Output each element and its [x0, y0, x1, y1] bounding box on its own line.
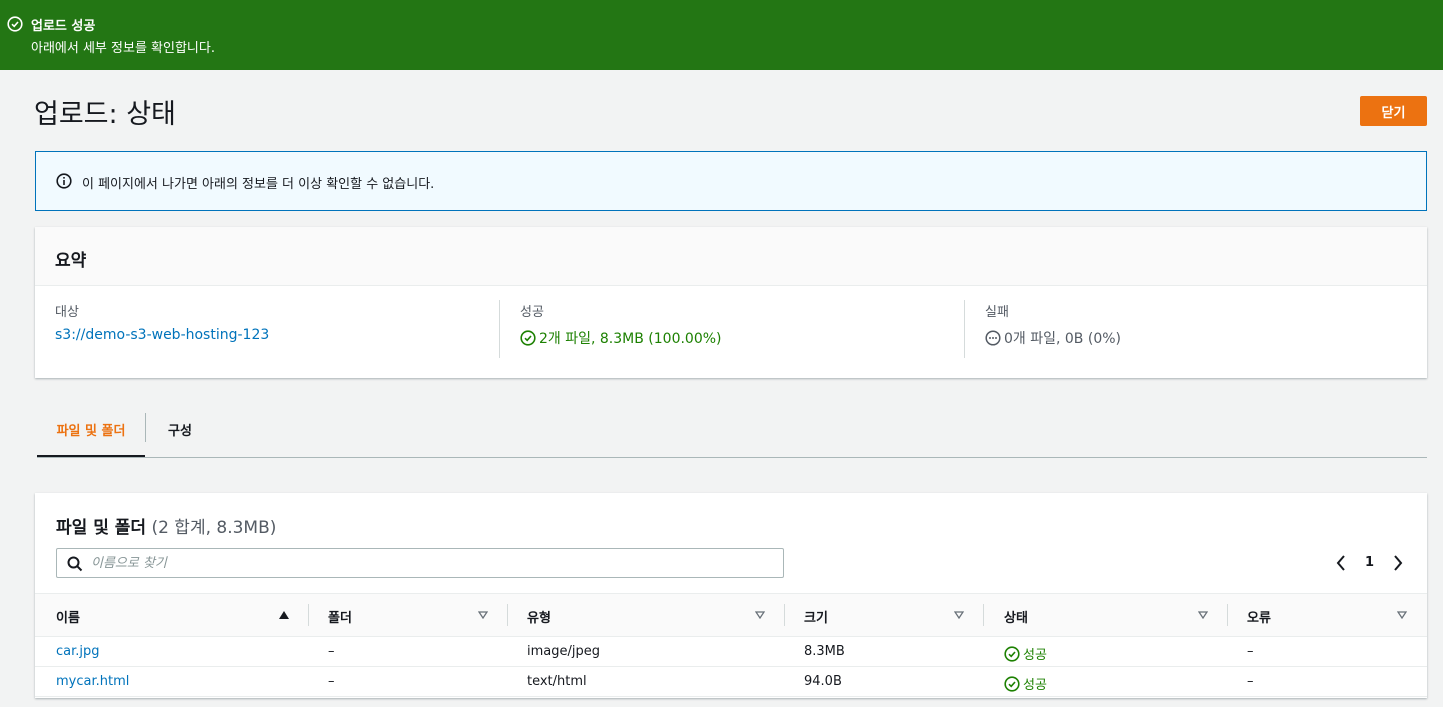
page-title: 업로드: 상태 [34, 99, 176, 130]
page-number[interactable]: 1 [1365, 555, 1374, 570]
destination-link[interactable]: s3://demo-s3-web-hosting-123 [55, 327, 269, 343]
cell-size: 94.0B [804, 674, 842, 689]
column-header-label: 오류 [1247, 611, 1271, 626]
files-title-text: 파일 및 폴더 [56, 518, 147, 538]
cell-folder: – [328, 674, 335, 689]
tab-files-and-folders[interactable]: 파일 및 폴더 [37, 398, 145, 457]
column-separator [1227, 604, 1228, 626]
cell-size: 8.3MB [804, 644, 845, 659]
summary-divider [499, 300, 500, 358]
cell-status: 성공 [1004, 674, 1047, 693]
column-separator [507, 604, 508, 626]
sort-ascending-icon[interactable] [279, 611, 289, 619]
tab-configuration[interactable]: 구성 [146, 398, 214, 457]
check-circle-icon [1004, 676, 1020, 692]
sort-icon[interactable] [954, 611, 964, 619]
failure-value-text: 0개 파일, 0B (0%) [1004, 331, 1121, 347]
column-header-type[interactable]: 유형 [527, 594, 777, 636]
chevron-right-icon[interactable] [1391, 553, 1405, 573]
sort-icon[interactable] [1397, 611, 1407, 619]
summary-divider [964, 300, 965, 358]
check-circle-icon [7, 16, 23, 32]
ellipsis-circle-icon [985, 330, 1001, 346]
column-header-label: 폴더 [328, 611, 352, 626]
files-panel: 파일 및 폴더 (2 합계, 8.3MB) 1 이름 폴더 유형 [35, 493, 1427, 698]
info-alert: 이 페이지에서 나가면 아래의 정보를 더 이상 확인할 수 없습니다. [35, 151, 1427, 211]
files-count: (2 합계, 8.3MB) [151, 518, 277, 538]
file-name-link[interactable]: mycar.html [56, 674, 129, 689]
check-circle-icon [520, 330, 536, 346]
column-header-folder[interactable]: 폴더 [328, 594, 498, 636]
summary-panel: 요약 대상 s3://demo-s3-web-hosting-123 성공 2개… [35, 227, 1427, 378]
chevron-left-icon[interactable] [1334, 553, 1348, 573]
success-value: 2개 파일, 8.3MB (100.00%) [520, 328, 722, 348]
column-header-status[interactable]: 상태 [1004, 594, 1214, 636]
flash-title: 업로드 성공 [31, 19, 96, 34]
table-row: mycar.html – text/html 94.0B 성공 – [35, 667, 1427, 697]
column-header-label: 상태 [1004, 611, 1028, 626]
summary-header: 요약 [35, 227, 1427, 286]
column-separator [784, 604, 785, 626]
success-label: 성공 [520, 305, 544, 320]
files-title: 파일 및 폴더 (2 합계, 8.3MB) [56, 513, 276, 538]
column-header-label: 크기 [804, 611, 828, 626]
summary-title: 요약 [55, 251, 87, 271]
flash-message: 아래에서 세부 정보를 확인합니다. [31, 41, 215, 56]
success-value-text: 2개 파일, 8.3MB (100.00%) [539, 331, 722, 347]
summary-destination: 대상 s3://demo-s3-web-hosting-123 [55, 286, 495, 378]
cell-error: – [1247, 674, 1254, 689]
file-name-link[interactable]: car.jpg [56, 644, 100, 659]
info-icon [56, 173, 72, 189]
failure-value: 0개 파일, 0B (0%) [985, 328, 1121, 348]
success-flashbar: 업로드 성공 아래에서 세부 정보를 확인합니다. [0, 0, 1443, 70]
column-header-error[interactable]: 오류 [1247, 594, 1417, 636]
close-button[interactable]: 닫기 [1360, 96, 1427, 126]
sort-icon[interactable] [478, 611, 488, 619]
column-header-size[interactable]: 크기 [804, 594, 974, 636]
status-text: 성공 [1023, 678, 1047, 693]
cell-folder: – [328, 644, 335, 659]
search-box [56, 548, 784, 578]
cell-type: text/html [527, 674, 587, 689]
table-header: 이름 폴더 유형 크기 상태 오류 [35, 593, 1427, 637]
column-separator [308, 604, 309, 626]
cell-type: image/jpeg [527, 644, 600, 659]
failure-label: 실패 [985, 305, 1009, 320]
status-text: 성공 [1023, 648, 1047, 663]
column-header-label: 유형 [527, 611, 551, 626]
summary-failure: 실패 0개 파일, 0B (0%) [985, 286, 1405, 378]
check-circle-icon [1004, 646, 1020, 662]
column-header-name[interactable]: 이름 [56, 594, 306, 636]
search-input[interactable] [91, 553, 771, 573]
column-separator [983, 604, 984, 626]
tab-list: 파일 및 폴더 구성 [37, 398, 1427, 458]
cell-status: 성공 [1004, 644, 1047, 663]
table-row: car.jpg – image/jpeg 8.3MB 성공 – [35, 637, 1427, 667]
sort-icon[interactable] [755, 611, 765, 619]
sort-icon[interactable] [1198, 611, 1208, 619]
column-header-label: 이름 [56, 611, 80, 626]
info-alert-text: 이 페이지에서 나가면 아래의 정보를 더 이상 확인할 수 없습니다. [82, 177, 435, 192]
destination-label: 대상 [55, 305, 79, 320]
cell-error: – [1247, 644, 1254, 659]
summary-success: 성공 2개 파일, 8.3MB (100.00%) [520, 286, 960, 378]
search-icon [67, 556, 83, 572]
